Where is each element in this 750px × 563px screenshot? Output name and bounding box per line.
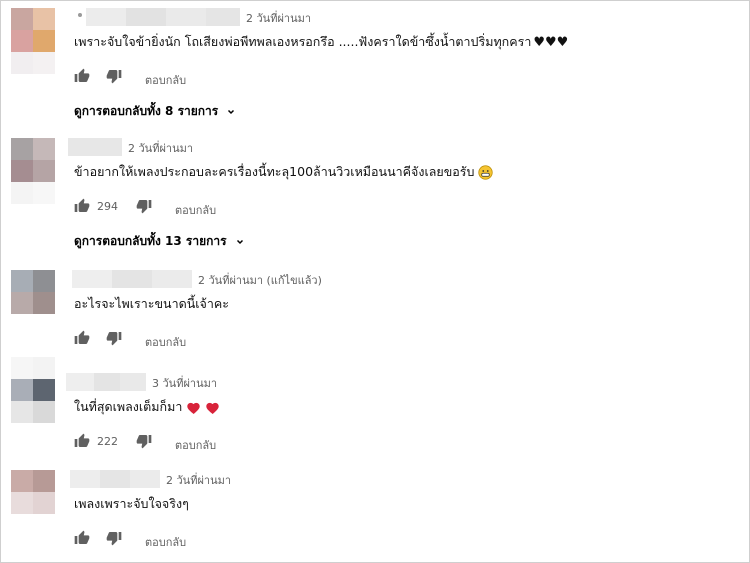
thumbs-down-icon bbox=[136, 435, 152, 449]
avatar[interactable] bbox=[11, 8, 55, 74]
thumbs-up-icon bbox=[74, 530, 90, 544]
dislike-button[interactable] bbox=[106, 68, 122, 88]
author-name[interactable] bbox=[74, 8, 240, 26]
heart-emoji-icon bbox=[206, 402, 220, 414]
dislike-button[interactable] bbox=[106, 330, 122, 350]
view-replies-label: ดูการตอบกลับทั้ง 13 รายการ bbox=[74, 234, 227, 248]
reply-button[interactable]: ตอบกลับ bbox=[175, 436, 216, 454]
author-dot bbox=[78, 13, 82, 17]
like-count: 222 bbox=[97, 435, 118, 448]
comment-1: 2 วันที่ผ่านมา เพราะจับใจข้ายิ่งนัก โถเส… bbox=[0, 8, 740, 118]
hearts-emoji: ♥♥♥ bbox=[533, 35, 569, 50]
reply-button[interactable]: ตอบกลับ bbox=[175, 201, 216, 219]
thumbs-down-icon bbox=[106, 332, 122, 346]
comment-4: 3 วันที่ผ่านมา ในที่สุดเพลงเต็มก็มา 222 … bbox=[0, 357, 740, 454]
reply-button[interactable]: ตอบกลับ bbox=[145, 71, 186, 89]
reply-button[interactable]: ตอบกลับ bbox=[145, 333, 186, 351]
comment-time[interactable]: 2 วันที่ผ่านมา bbox=[246, 9, 311, 27]
thumbs-up-icon bbox=[74, 68, 90, 82]
comment-text: เพลงเพราะจับใจจริงๆ bbox=[74, 496, 189, 511]
author-name[interactable] bbox=[68, 138, 122, 156]
comment-text: อะไรจะไพเราะขนาดนี้เจ้าคะ bbox=[74, 296, 229, 311]
thumbs-down-icon bbox=[136, 200, 152, 214]
avatar[interactable] bbox=[11, 270, 55, 336]
comment-time[interactable]: 2 วันที่ผ่านมา (แก้ไขแล้ว) bbox=[198, 271, 322, 289]
comment-5: 2 วันที่ผ่านมา เพลงเพราะจับใจจริงๆ ตอบกล… bbox=[0, 470, 740, 550]
like-button[interactable] bbox=[74, 433, 90, 453]
comment-2: 2 วันที่ผ่านมา ข้าอยากให้เพลงประกอบละครเ… bbox=[0, 138, 740, 258]
comment-text-body: ในที่สุดเพลงเต็มก็มา bbox=[74, 399, 183, 414]
thumbs-up-icon bbox=[74, 198, 90, 212]
author-name[interactable] bbox=[70, 470, 160, 488]
avatar[interactable] bbox=[11, 470, 55, 536]
like-button[interactable] bbox=[74, 198, 90, 218]
chevron-down-icon bbox=[228, 109, 235, 114]
comment-text-body: ข้าอยากให้เพลงประกอบละครเรื่องนี้ทะลุ100… bbox=[74, 164, 475, 179]
comment-text: เพราะจับใจข้ายิ่งนัก โถเสียงพ่อพีทพลเองห… bbox=[74, 32, 568, 52]
view-replies-button[interactable]: ดูการตอบกลับทั้ง 8 รายการ bbox=[74, 102, 237, 121]
view-replies-label: ดูการตอบกลับทั้ง 8 รายการ bbox=[74, 104, 219, 118]
dislike-button[interactable] bbox=[106, 530, 122, 550]
comment-time[interactable]: 2 วันที่ผ่านมา bbox=[166, 471, 231, 489]
comment-text-body: เพราะจับใจข้ายิ่งนัก โถเสียงพ่อพีทพลเองห… bbox=[74, 34, 532, 49]
comment-time[interactable]: 2 วันที่ผ่านมา bbox=[128, 139, 193, 157]
avatar[interactable] bbox=[11, 357, 55, 439]
thumbs-up-icon bbox=[74, 330, 90, 344]
thumbs-down-icon bbox=[106, 532, 122, 546]
like-button[interactable] bbox=[74, 330, 90, 350]
author-name[interactable] bbox=[72, 270, 192, 288]
comment-text: ข้าอยากให้เพลงประกอบละครเรื่องนี้ทะลุ100… bbox=[74, 162, 494, 182]
thumbs-down-icon bbox=[106, 70, 122, 84]
thumbs-up-icon bbox=[74, 433, 90, 447]
grinning-emoji-icon bbox=[478, 165, 494, 180]
dislike-button[interactable] bbox=[136, 198, 152, 218]
like-count: 294 bbox=[97, 200, 118, 213]
heart-emoji-icon bbox=[187, 402, 201, 414]
dislike-button[interactable] bbox=[136, 433, 152, 453]
like-button[interactable] bbox=[74, 68, 90, 88]
comment-time[interactable]: 3 วันที่ผ่านมา bbox=[152, 374, 217, 392]
author-name[interactable] bbox=[66, 373, 146, 391]
view-replies-button[interactable]: ดูการตอบกลับทั้ง 13 รายการ bbox=[74, 232, 246, 251]
avatar[interactable] bbox=[11, 138, 55, 204]
like-button[interactable] bbox=[74, 530, 90, 550]
reply-button[interactable]: ตอบกลับ bbox=[145, 533, 186, 551]
comment-text: ในที่สุดเพลงเต็มก็มา bbox=[74, 397, 220, 417]
chevron-down-icon bbox=[236, 239, 243, 244]
comment-3: 2 วันที่ผ่านมา (แก้ไขแล้ว) อะไรจะไพเราะข… bbox=[0, 270, 740, 350]
